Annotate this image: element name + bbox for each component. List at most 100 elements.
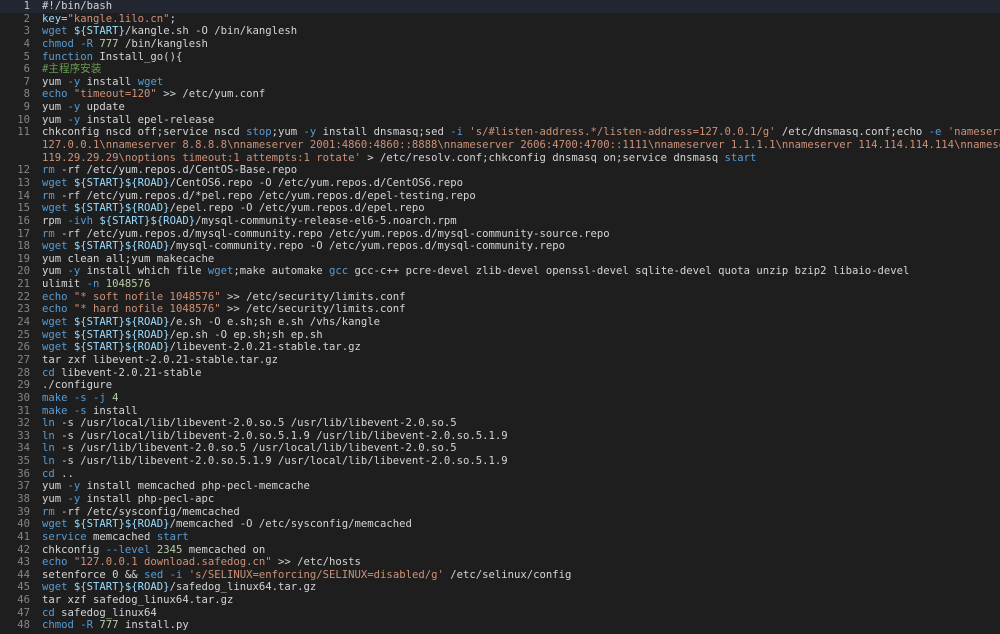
line-text[interactable]: echo "* hard nofile 1048576" >> /etc/sec…	[42, 303, 406, 316]
code-line[interactable]: 25 wget ${START}${ROAD}/ep.sh -O ep.sh;sh…	[0, 329, 1000, 342]
line-text[interactable]: echo "127.0.0.1 download.safedog.cn" >> …	[42, 556, 361, 569]
code-editor[interactable]: 1 #!/bin/bash 2 key="kangle.1ilo.cn"; 3 wget …	[0, 0, 1000, 634]
line-text[interactable]: wget ${START}${ROAD}/libevent-2.0.21-sta…	[42, 341, 361, 354]
line-text[interactable]: yum -y update	[42, 101, 125, 114]
code-line[interactable]: 5 function Install_go(){	[0, 51, 1000, 64]
line-text[interactable]: make -s -j 4	[42, 392, 119, 405]
line-text[interactable]: chkconfig --level 2345 memcached on	[42, 544, 265, 557]
code-line[interactable]: 6 #主程序安装	[0, 63, 1000, 76]
code-line[interactable]: 31 make -s install	[0, 405, 1000, 418]
code-line[interactable]: 34 ln -s /usr/lib/libevent-2.0.so.5 /usr/…	[0, 442, 1000, 455]
line-text[interactable]: function Install_go(){	[42, 51, 182, 64]
code-line[interactable]: 17 rm -rf /etc/yum.repos.d/mysql-communit…	[0, 228, 1000, 241]
line-text[interactable]: yum -y install php-pecl-apc	[42, 493, 214, 506]
code-line[interactable]: 44 setenforce 0 && sed -i 's/SELINUX=enfo…	[0, 569, 1000, 582]
code-line[interactable]: 18 wget ${START}${ROAD}/mysql-community.r…	[0, 240, 1000, 253]
code-line[interactable]: 13 wget ${START}${ROAD}/CentOS6.repo -O /…	[0, 177, 1000, 190]
code-line[interactable]: 48 chmod -R 777 install.py	[0, 619, 1000, 632]
code-line[interactable]: 36 cd ..	[0, 468, 1000, 481]
code-line[interactable]: 43 echo "127.0.0.1 download.safedog.cn" >…	[0, 556, 1000, 569]
code-line[interactable]: 7 yum -y install wget	[0, 76, 1000, 89]
code-line[interactable]: 22 echo "* soft nofile 1048576" >> /etc/s…	[0, 291, 1000, 304]
code-line[interactable]: 42 chkconfig --level 2345 memcached on	[0, 544, 1000, 557]
line-text[interactable]: wget ${START}${ROAD}/ep.sh -O ep.sh;sh e…	[42, 329, 323, 342]
line-text[interactable]: wget ${START}/kangle.sh -O /bin/kanglesh	[42, 25, 297, 38]
line-text[interactable]: ln -s /usr/lib/libevent-2.0.so.5 /usr/lo…	[42, 442, 457, 455]
code-line[interactable]: 30 make -s -j 4	[0, 392, 1000, 405]
line-text[interactable]: cd libevent-2.0.21-stable	[42, 367, 201, 380]
line-text[interactable]: chkconfig nscd off;service nscd stop;yum…	[42, 126, 1000, 139]
line-text[interactable]: wget ${START}${ROAD}/mysql-community.rep…	[42, 240, 565, 253]
line-text[interactable]: key="kangle.1ilo.cn";	[42, 13, 176, 26]
line-text[interactable]: yum clean all;yum makecache	[42, 253, 214, 266]
code-line[interactable]: 8 echo "timeout=120" >> /etc/yum.conf	[0, 88, 1000, 101]
line-text[interactable]: echo "timeout=120" >> /etc/yum.conf	[42, 88, 265, 101]
code-line[interactable]: 9 yum -y update	[0, 101, 1000, 114]
code-line[interactable]: 46 tar xzf safedog_linux64.tar.gz	[0, 594, 1000, 607]
code-line[interactable]: 12 rm -rf /etc/yum.repos.d/CentOS-Base.re…	[0, 164, 1000, 177]
line-text[interactable]: echo "* soft nofile 1048576" >> /etc/sec…	[42, 291, 406, 304]
line-text[interactable]: 127.0.0.1\nnameserver 8.8.8.8\nnameserve…	[42, 139, 1000, 152]
code-line[interactable]: 35 ln -s /usr/lib/libevent-2.0.so.5.1.9 /…	[0, 455, 1000, 468]
code-line[interactable]: 2 key="kangle.1ilo.cn";	[0, 13, 1000, 26]
line-text[interactable]: yum -y install which file wget;make auto…	[42, 265, 909, 278]
line-text[interactable]: make -s install	[42, 405, 138, 418]
code-line[interactable]: 14 rm -rf /etc/yum.repos.d/*pel.repo /etc…	[0, 190, 1000, 203]
line-text[interactable]: setenforce 0 && sed -i 's/SELINUX=enforc…	[42, 569, 571, 582]
code-line[interactable]: 27 tar zxf libevent-2.0.21-stable.tar.gz	[0, 354, 1000, 367]
line-text[interactable]: yum -y install wget	[42, 76, 163, 89]
line-text[interactable]: chmod -R 777 install.py	[42, 619, 189, 632]
line-text[interactable]: wget ${START}${ROAD}/e.sh -O e.sh;sh e.s…	[42, 316, 380, 329]
line-text[interactable]: ln -s /usr/lib/libevent-2.0.so.5.1.9 /us…	[42, 455, 508, 468]
code-line-wrap[interactable]: 119.29.29.29\noptions timeout:1 attempts…	[0, 152, 1000, 165]
code-line[interactable]: 29 ./configure	[0, 379, 1000, 392]
code-line[interactable]: 26 wget ${START}${ROAD}/libevent-2.0.21-s…	[0, 341, 1000, 354]
code-line[interactable]: 15 wget ${START}${ROAD}/epel.repo -O /etc…	[0, 202, 1000, 215]
code-area[interactable]: 1 #!/bin/bash 2 key="kangle.1ilo.cn"; 3 wget …	[0, 0, 1000, 632]
code-line[interactable]: 37 yum -y install memcached php-pecl-memc…	[0, 480, 1000, 493]
code-line[interactable]: 21 ulimit -n 1048576	[0, 278, 1000, 291]
code-line[interactable]: 19 yum clean all;yum makecache	[0, 253, 1000, 266]
line-text[interactable]: rm -rf /etc/yum.repos.d/mysql-community.…	[42, 228, 610, 241]
code-line[interactable]: 40 wget ${START}${ROAD}/memcached -O /etc…	[0, 518, 1000, 531]
line-text[interactable]: tar zxf libevent-2.0.21-stable.tar.gz	[42, 354, 278, 367]
line-text[interactable]: wget ${START}${ROAD}/memcached -O /etc/s…	[42, 518, 412, 531]
code-line[interactable]: 28 cd libevent-2.0.21-stable	[0, 367, 1000, 380]
line-text[interactable]: cd ..	[42, 468, 74, 481]
code-line-wrap[interactable]: 127.0.0.1\nnameserver 8.8.8.8\nnameserve…	[0, 139, 1000, 152]
code-line[interactable]: 47 cd safedog_linux64	[0, 607, 1000, 620]
code-line[interactable]: 3 wget ${START}/kangle.sh -O /bin/kangles…	[0, 25, 1000, 38]
line-text[interactable]: wget ${START}${ROAD}/CentOS6.repo -O /et…	[42, 177, 463, 190]
code-line[interactable]: 16 rpm -ivh ${START}${ROAD}/mysql-communi…	[0, 215, 1000, 228]
code-line[interactable]: 39 rm -rf /etc/sysconfig/memcached	[0, 506, 1000, 519]
line-text[interactable]: service memcached start	[42, 531, 189, 544]
code-line[interactable]: 1 #!/bin/bash	[0, 0, 1000, 13]
line-text[interactable]: cd safedog_linux64	[42, 607, 157, 620]
code-line[interactable]: 23 echo "* hard nofile 1048576" >> /etc/s…	[0, 303, 1000, 316]
code-line[interactable]: 11 chkconfig nscd off;service nscd stop;y…	[0, 126, 1000, 139]
line-text[interactable]: wget ${START}${ROAD}/safedog_linux64.tar…	[42, 581, 316, 594]
line-text[interactable]: rm -rf /etc/yum.repos.d/CentOS-Base.repo	[42, 164, 297, 177]
code-line[interactable]: 4 chmod -R 777 /bin/kanglesh	[0, 38, 1000, 51]
line-text[interactable]: rm -rf /etc/yum.repos.d/*pel.repo /etc/y…	[42, 190, 476, 203]
line-text[interactable]: yum -y install epel-release	[42, 114, 214, 127]
code-line[interactable]: 10 yum -y install epel-release	[0, 114, 1000, 127]
line-text[interactable]: #!/bin/bash	[42, 0, 112, 13]
line-text[interactable]: chmod -R 777 /bin/kanglesh	[42, 38, 208, 51]
code-line[interactable]: 32 ln -s /usr/local/lib/libevent-2.0.so.5…	[0, 417, 1000, 430]
code-line[interactable]: 45 wget ${START}${ROAD}/safedog_linux64.t…	[0, 581, 1000, 594]
line-text[interactable]: ulimit -n 1048576	[42, 278, 150, 291]
line-text[interactable]: ln -s /usr/local/lib/libevent-2.0.so.5 /…	[42, 417, 457, 430]
code-line[interactable]: 24 wget ${START}${ROAD}/e.sh -O e.sh;sh e…	[0, 316, 1000, 329]
code-line[interactable]: 41 service memcached start	[0, 531, 1000, 544]
line-text[interactable]: wget ${START}${ROAD}/epel.repo -O /etc/y…	[42, 202, 425, 215]
line-text[interactable]: ./configure	[42, 379, 112, 392]
code-line[interactable]: 38 yum -y install php-pecl-apc	[0, 493, 1000, 506]
line-text[interactable]: rm -rf /etc/sysconfig/memcached	[42, 506, 240, 519]
line-text[interactable]: ln -s /usr/local/lib/libevent-2.0.so.5.1…	[42, 430, 508, 443]
line-text[interactable]: 119.29.29.29\noptions timeout:1 attempts…	[42, 152, 756, 165]
line-text[interactable]: #主程序安装	[42, 63, 101, 76]
code-line[interactable]: 33 ln -s /usr/local/lib/libevent-2.0.so.5…	[0, 430, 1000, 443]
line-text[interactable]: rpm -ivh ${START}${ROAD}/mysql-community…	[42, 215, 457, 228]
code-line[interactable]: 20 yum -y install which file wget;make au…	[0, 265, 1000, 278]
